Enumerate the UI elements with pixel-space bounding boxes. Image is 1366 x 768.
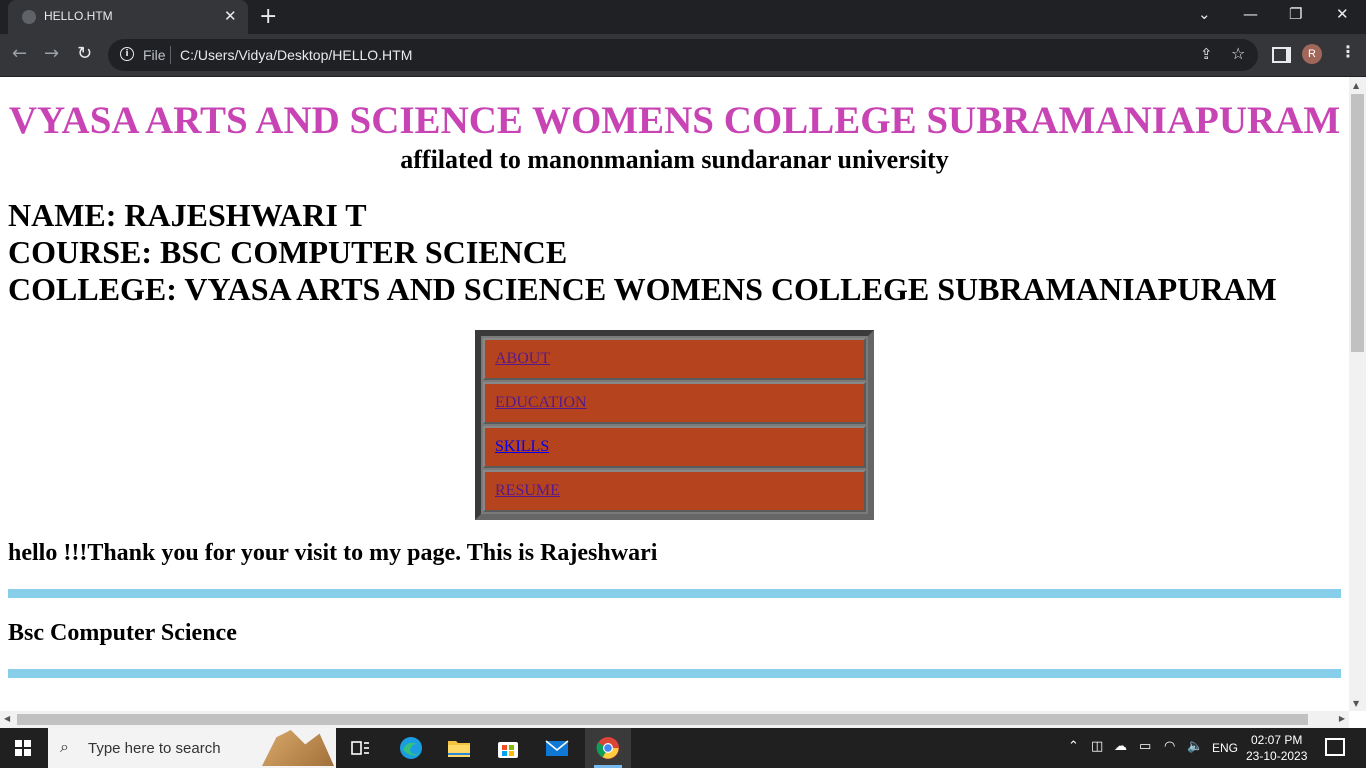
horizontal-rule-2 [8,669,1341,678]
site-info-icon[interactable]: i [120,47,134,61]
address-divider [170,46,171,64]
tab-hello-htm[interactable]: HELLO.HTM ✕ [8,0,248,34]
bookmark-star-icon[interactable]: ☆ [1231,44,1245,63]
edge-icon[interactable] [399,736,423,760]
course-line: COURSE: BSC COMPUTER SCIENCE [8,234,568,270]
college-title: VYASA ARTS AND SCIENCE WOMENS COLLEGE SU… [8,99,1341,142]
globe-icon [22,10,36,24]
vertical-scroll-thumb[interactable] [1351,94,1364,352]
forward-button[interactable]: → [44,43,59,64]
volume-icon[interactable]: 🔈 [1187,739,1203,754]
reload-button[interactable]: ↻ [77,43,92,64]
chrome-icon[interactable] [596,736,620,760]
notification-center-icon[interactable] [1325,738,1345,756]
start-button[interactable] [15,740,31,756]
scroll-left-arrow-icon[interactable]: ◀ [4,714,10,723]
student-info: NAME: RAJESHWARI T COURSE: BSC COMPUTER … [8,197,1349,308]
greeting-text: hello !!!Thank you for your visit to my … [8,540,658,566]
browser-toolbar: ← → ↻ i File C:/Users/Vidya/Desktop/HELL… [0,34,1366,77]
scroll-right-arrow-icon[interactable]: ▶ [1339,714,1345,723]
wifi-icon[interactable]: ◠ [1164,739,1175,754]
scheme-label: File [143,47,166,63]
url-text[interactable]: C:/Users/Vidya/Desktop/HELLO.HTM [180,47,412,63]
name-line: NAME: RAJESHWARI T [8,197,367,233]
address-bar[interactable]: i File C:/Users/Vidya/Desktop/HELLO.HTM … [108,39,1258,71]
scroll-up-arrow-icon[interactable]: ▲ [1353,81,1359,90]
meet-now-icon[interactable]: ◫ [1091,739,1103,754]
back-button[interactable]: ← [12,43,27,64]
restore-button[interactable]: ❐ [1289,5,1302,23]
link-education[interactable]: EDUCATION [495,394,587,411]
browser-menu-icon[interactable]: ⋮ [1340,42,1356,61]
link-skills[interactable]: SKILLS [495,438,549,455]
page-viewport: VYASA ARTS AND SCIENCE WOMENS COLLEGE SU… [0,77,1349,711]
task-view-icon[interactable] [348,736,372,760]
minimize-button[interactable]: — [1243,5,1258,23]
windows-taskbar: ⌕ Type here to search ⌃ ◫ ☁ ▭ ◠ 🔈 ENG 02… [0,728,1366,768]
horizontal-scrollbar[interactable]: ◀ ▶ [0,711,1349,728]
tab-strip: HELLO.HTM ✕ + ⌄ — ❐ ✕ [0,0,1366,34]
search-placeholder: Type here to search [88,740,221,757]
nav-cell-about: ABOUT [483,338,866,380]
search-highlight-image [262,730,334,766]
nav-menu-table: ABOUT EDUCATION SKILLS RESUME [475,330,874,520]
profile-avatar[interactable]: R [1302,44,1322,64]
share-icon[interactable]: ⇪ [1200,45,1213,63]
affiliation-text: affilated to manonmaniam sundaranar univ… [400,145,949,174]
taskbar-clock[interactable]: 02:07 PM 23-10-2023 [1246,732,1307,764]
side-panel-icon[interactable] [1272,47,1291,63]
search-icon: ⌕ [60,737,69,756]
tab-search-chevron-icon[interactable]: ⌄ [1198,5,1211,23]
new-tab-button[interactable]: + [259,4,277,29]
file-explorer-icon[interactable] [447,736,471,760]
nav-cell-skills: SKILLS [483,426,866,468]
clock-date: 23-10-2023 [1246,749,1308,763]
horizontal-rule [8,589,1341,598]
college-line: COLLEGE: VYASA ARTS AND SCIENCE WOMENS C… [8,271,1277,307]
link-resume[interactable]: RESUME [495,482,560,499]
tab-title: HELLO.HTM [44,9,113,23]
store-icon[interactable] [496,736,520,760]
scroll-down-arrow-icon[interactable]: ▼ [1353,699,1359,708]
onedrive-icon[interactable]: ☁ [1114,739,1127,754]
chevron-up-icon[interactable]: ⌃ [1068,739,1079,754]
horizontal-scroll-thumb[interactable] [17,714,1308,725]
course-heading: Bsc Computer Science [8,620,237,646]
nav-cell-education: EDUCATION [483,382,866,424]
input-language[interactable]: ENG [1212,741,1238,755]
clock-time: 02:07 PM [1251,733,1303,747]
tab-close-icon[interactable]: ✕ [224,7,237,25]
nav-cell-resume: RESUME [483,470,866,512]
close-window-button[interactable]: ✕ [1336,5,1349,23]
taskbar-search-box[interactable]: ⌕ Type here to search [48,728,336,768]
battery-icon[interactable]: ▭ [1139,739,1151,754]
mail-icon[interactable] [545,736,569,760]
vertical-scrollbar[interactable]: ▲ ▼ [1349,77,1366,711]
link-about[interactable]: ABOUT [495,350,550,367]
